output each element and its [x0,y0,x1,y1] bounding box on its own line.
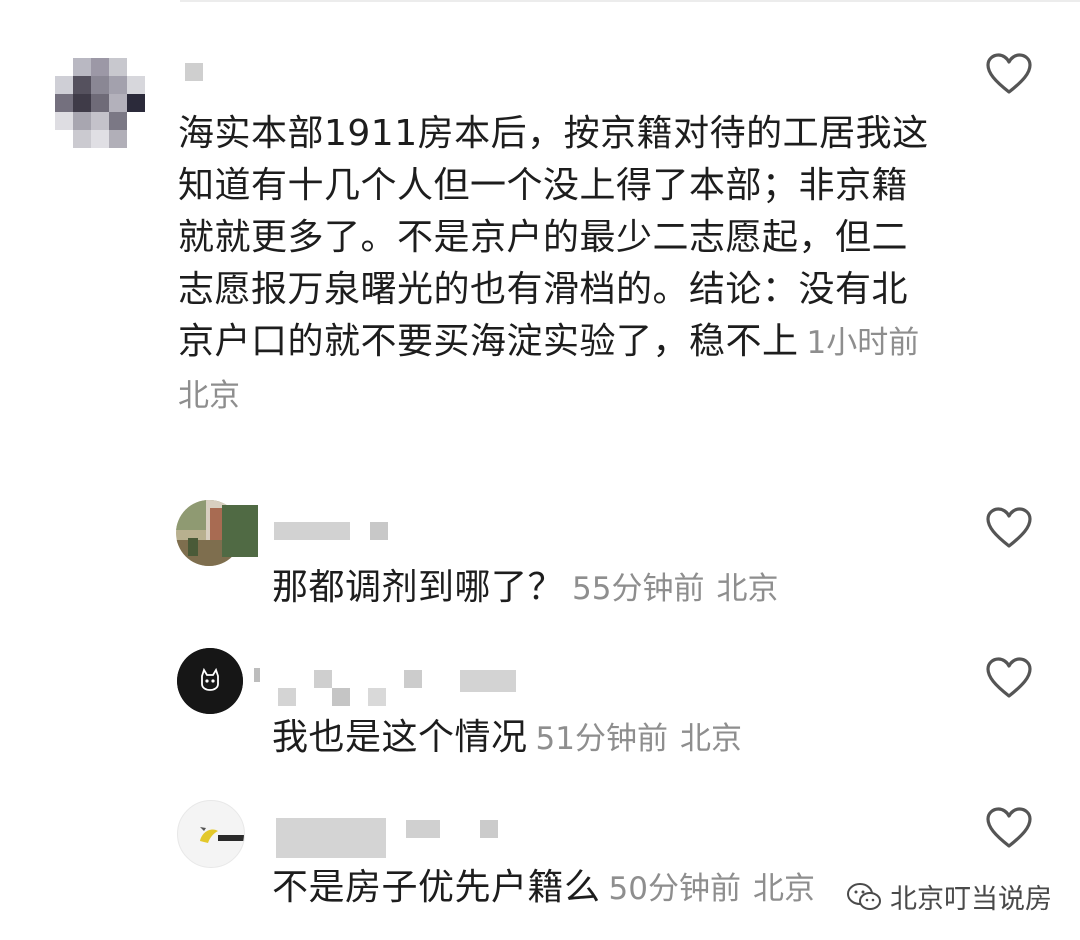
username-mosaic [278,688,296,706]
top-divider [180,0,1080,2]
cat-avatar-icon[interactable] [177,648,243,714]
comment-time: 55分钟前 [572,571,705,607]
wechat-icon [847,882,881,910]
username-mosaic [370,522,388,540]
username-mosaic [480,820,498,838]
username-mosaic [406,820,440,838]
username-mosaic [368,688,386,706]
heart-outline-icon[interactable] [985,52,1033,96]
yellow-logo-avatar-icon[interactable] [177,800,245,868]
username-mosaic [404,670,422,688]
comment-meta: 51分钟前 北京 [536,721,742,757]
comment-text: 不是房子优先户籍么 [272,867,601,908]
comment-text: 我也是这个情况 [272,717,528,758]
username-mosaic [222,505,258,557]
comment-location: 北京 [178,378,240,414]
username-mosaic [185,63,203,81]
watermark-text: 北京叮当说房 [890,884,1052,915]
comment-meta: 55分钟前 北京 [572,571,778,607]
username-mosaic [332,688,350,706]
comment-time: 51分钟前 [535,721,668,757]
comment-location: 北京 [716,571,779,607]
watermark: 北京叮当说房 [846,877,1052,916]
comment-time: 50分钟前 [608,871,741,907]
comment-body: 那都调剂到哪了？ 55分钟前 北京 [272,562,952,615]
username-mosaic [254,668,260,682]
comment-body: 我也是这个情况 51分钟前 北京 [272,712,952,765]
comment-time: 1小时前 [806,325,920,361]
comment-location: 北京 [752,871,815,907]
comment-text: 那都调剂到哪了？ [272,567,565,608]
username-mosaic [276,818,386,858]
heart-outline-icon[interactable] [985,506,1033,550]
blurred-avatar-icon[interactable] [55,58,147,150]
comment-body: 海实本部1911房本后，按京籍对待的工居我这知道有十几个人但一个没上得了本部；非… [178,108,938,422]
heart-outline-icon[interactable] [985,806,1033,850]
comment-meta: 50分钟前 北京 [609,871,815,907]
comment-location: 北京 [679,721,742,757]
username-mosaic [274,522,350,540]
username-mosaic [460,670,516,692]
heart-outline-icon[interactable] [985,656,1033,700]
username-mosaic [314,670,332,688]
